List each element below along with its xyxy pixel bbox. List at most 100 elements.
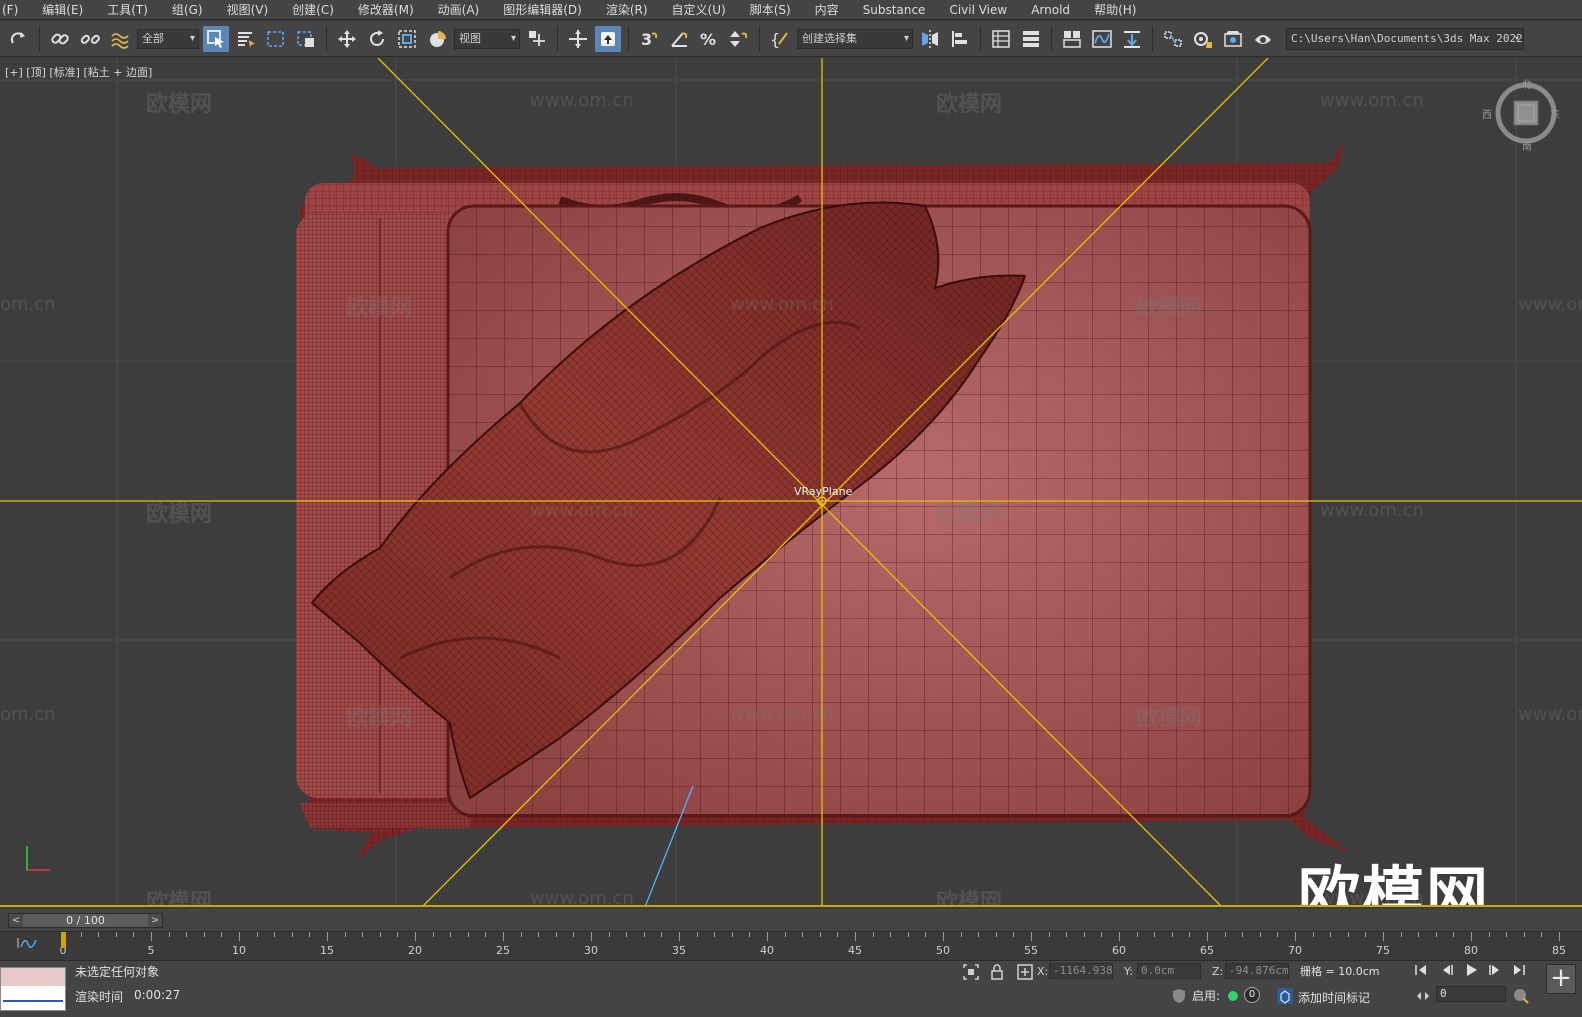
frame-tick bbox=[696, 932, 698, 937]
frame-tick bbox=[1295, 932, 1296, 941]
absolute-transform-icon[interactable] bbox=[1016, 963, 1034, 981]
named-selection-dropdown[interactable]: 创建选择集 bbox=[797, 28, 913, 49]
menu-item[interactable]: 脚本(S) bbox=[738, 0, 803, 20]
menu-item[interactable]: 渲染(R) bbox=[594, 0, 660, 20]
isolate-selection-icon[interactable] bbox=[962, 963, 980, 981]
frame-tick bbox=[1541, 932, 1543, 937]
frame-tick bbox=[1259, 932, 1261, 937]
viewcube-south[interactable]: 南 bbox=[1522, 138, 1532, 153]
key-nav-icon[interactable] bbox=[1414, 987, 1432, 1005]
redo-icon[interactable] bbox=[6, 26, 32, 52]
spinner-snap-icon[interactable] bbox=[726, 26, 752, 52]
move-icon[interactable] bbox=[334, 26, 360, 52]
menu-item[interactable]: 修改器(M) bbox=[346, 0, 426, 20]
menu-item[interactable]: 视图(V) bbox=[215, 0, 281, 20]
frame-tick-label: 60 bbox=[1112, 944, 1126, 957]
snap-move-icon[interactable] bbox=[565, 26, 591, 52]
pivot-icon[interactable] bbox=[524, 26, 550, 52]
angle-snap-icon[interactable] bbox=[666, 26, 692, 52]
previous-frame-icon[interactable] bbox=[1438, 961, 1456, 979]
viewcube-north[interactable]: 北 bbox=[1522, 76, 1532, 91]
track-bar[interactable]: 0 5 10 15 20 25 30 35 40 45 50 55 60 65 70 75 80 85 bbox=[0, 931, 1582, 959]
select-by-name-icon[interactable] bbox=[233, 26, 259, 52]
link-icon[interactable] bbox=[47, 26, 73, 52]
viewport-top[interactable]: [+] [顶] [标准] [粘土 + 边面] 欧模网 www.om.cn 欧模网… bbox=[0, 58, 1582, 907]
render-setup-icon[interactable] bbox=[1190, 26, 1216, 52]
current-frame-field[interactable]: 0 bbox=[1436, 986, 1506, 1002]
bind-spacewarp-icon[interactable] bbox=[107, 26, 133, 52]
enable-count-badge[interactable]: 0 bbox=[1244, 987, 1260, 1003]
menu-item[interactable]: 自定义(U) bbox=[660, 0, 738, 20]
frame-tick bbox=[485, 932, 487, 937]
frame-tick-label: 65 bbox=[1200, 944, 1214, 957]
maxscript-listener-mini[interactable] bbox=[0, 967, 66, 1011]
rect-region-icon[interactable] bbox=[263, 26, 289, 52]
go-to-end-icon[interactable] bbox=[1510, 961, 1528, 979]
select-manipulate-icon[interactable] bbox=[595, 25, 621, 52]
snap-toggle-icon[interactable]: 3 bbox=[636, 26, 662, 52]
selection-filter-dropdown[interactable]: 全部 bbox=[137, 28, 199, 49]
material-editor-icon[interactable] bbox=[1160, 26, 1186, 52]
ref-coord-dropdown[interactable]: 视图 bbox=[454, 28, 520, 49]
mini-curve-editor-icon[interactable] bbox=[14, 934, 42, 952]
menu-item[interactable]: (F) bbox=[0, 0, 30, 20]
shield-icon[interactable] bbox=[1170, 987, 1188, 1005]
menu-item[interactable]: Arnold bbox=[1019, 0, 1082, 20]
render-icon[interactable] bbox=[1250, 26, 1276, 52]
frame-tick bbox=[362, 932, 364, 937]
x-field[interactable]: -1164.938 bbox=[1049, 963, 1113, 979]
viewport-label[interactable]: [+] [顶] [标准] [粘土 + 边面] bbox=[5, 64, 152, 80]
toggle-ribbon-icon[interactable] bbox=[1059, 26, 1085, 52]
edit-named-sets-icon[interactable]: { bbox=[767, 26, 793, 52]
window-crossing-icon[interactable] bbox=[293, 26, 319, 52]
watermark-text: 欧模网 bbox=[346, 706, 413, 731]
time-config-icon[interactable] bbox=[1512, 987, 1530, 1005]
menu-item[interactable]: 组(G) bbox=[160, 0, 215, 20]
go-to-start-icon[interactable] bbox=[1412, 961, 1430, 979]
mirror-icon[interactable] bbox=[917, 26, 943, 52]
align-icon[interactable] bbox=[947, 26, 973, 52]
menu-item[interactable]: Substance bbox=[851, 0, 938, 20]
lock-selection-icon[interactable] bbox=[988, 963, 1006, 981]
current-frame-marker[interactable] bbox=[61, 932, 66, 948]
frame-tick bbox=[203, 932, 205, 937]
select-object-icon[interactable] bbox=[203, 25, 229, 52]
placement-icon[interactable] bbox=[424, 26, 450, 52]
menu-item[interactable]: Civil View bbox=[937, 0, 1019, 20]
percent-snap-icon[interactable]: % bbox=[696, 26, 722, 52]
frame-tick bbox=[1031, 932, 1032, 941]
svg-text:3: 3 bbox=[641, 30, 652, 49]
menu-item[interactable]: 图形编辑器(D) bbox=[491, 0, 594, 20]
time-tag-icon[interactable] bbox=[1276, 987, 1294, 1005]
add-time-tag[interactable]: 添加时间标记 bbox=[1298, 989, 1370, 1006]
y-field[interactable]: 0.0cm bbox=[1137, 963, 1201, 979]
schematic-view-icon[interactable] bbox=[1119, 26, 1145, 52]
time-slider[interactable]: < 0 / 100 > bbox=[8, 913, 163, 928]
scene-explorer-icon[interactable] bbox=[988, 26, 1014, 52]
next-frame-icon[interactable] bbox=[1486, 961, 1504, 979]
menu-item[interactable]: 创建(C) bbox=[280, 0, 346, 20]
menu-item[interactable]: 工具(T) bbox=[95, 0, 160, 20]
scale-icon[interactable] bbox=[394, 26, 420, 52]
frame-tick-label: 50 bbox=[936, 944, 950, 957]
unlink-icon[interactable] bbox=[77, 26, 103, 52]
viewcube[interactable]: 北 南 东 西 bbox=[1482, 76, 1562, 153]
add-viewport-layout-button[interactable]: + bbox=[1546, 964, 1576, 994]
menu-item[interactable]: 动画(A) bbox=[426, 0, 492, 20]
play-icon[interactable] bbox=[1462, 961, 1480, 979]
z-field[interactable]: -94.876cm bbox=[1225, 963, 1289, 979]
layer-explorer-icon[interactable] bbox=[1018, 26, 1044, 52]
menu-item[interactable]: 内容 bbox=[803, 0, 851, 20]
viewcube-east[interactable]: 东 bbox=[1550, 106, 1560, 121]
project-path-field[interactable]: C:\Users\Han\Documents\3ds Max 2022 bbox=[1286, 27, 1524, 50]
frame-tick-label: 45 bbox=[848, 944, 862, 957]
frame-tick bbox=[1400, 932, 1402, 937]
rendered-frame-icon[interactable] bbox=[1220, 26, 1246, 52]
rotate-icon[interactable] bbox=[364, 26, 390, 52]
prev-frame-arrow-icon[interactable]: < bbox=[9, 914, 23, 927]
viewcube-west[interactable]: 西 bbox=[1482, 106, 1492, 121]
curve-editor-icon[interactable] bbox=[1089, 26, 1115, 52]
menu-item[interactable]: 帮助(H) bbox=[1082, 0, 1148, 20]
next-frame-arrow-icon[interactable]: > bbox=[148, 914, 162, 927]
menu-item[interactable]: 编辑(E) bbox=[30, 0, 95, 20]
